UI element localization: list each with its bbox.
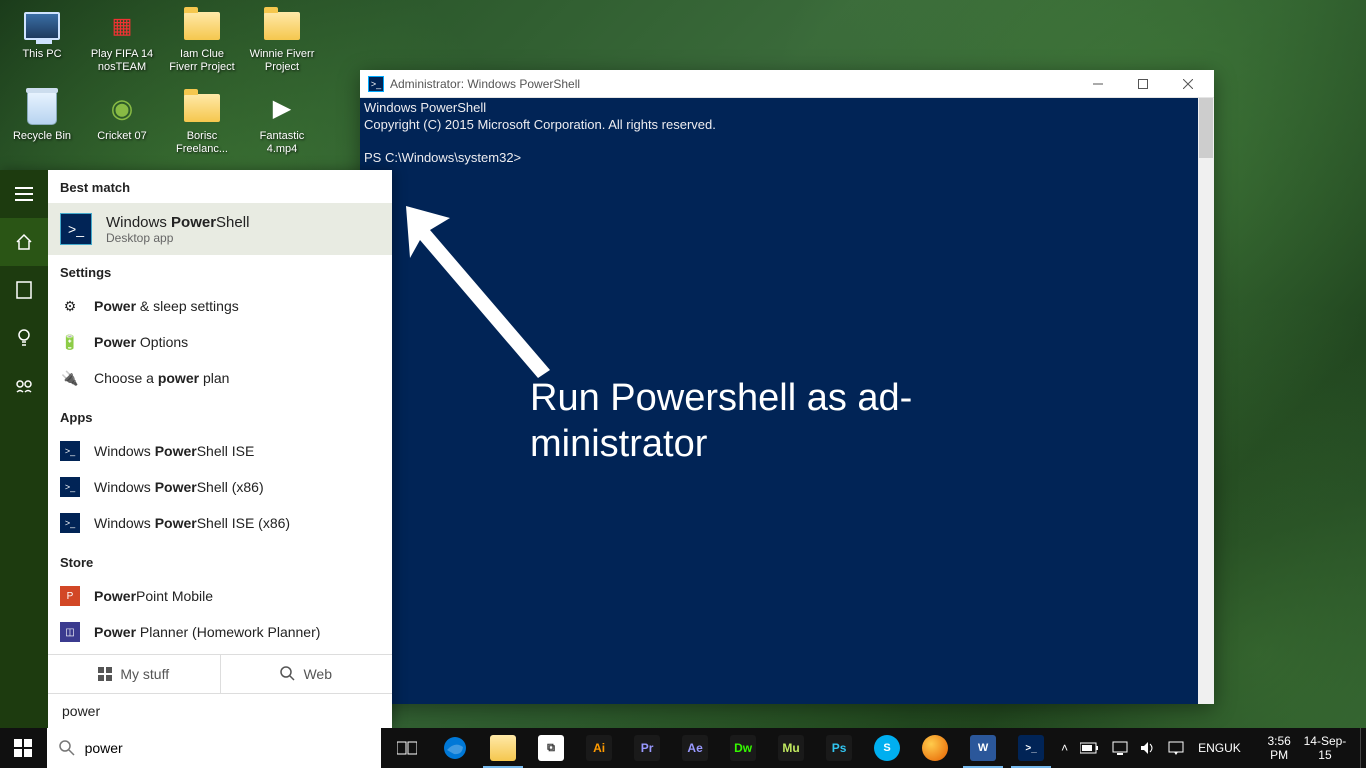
start-search-box[interactable]: [48, 693, 392, 728]
rail-documents-icon[interactable]: [0, 266, 48, 314]
desktop-icon-folder[interactable]: Winnie Fiverr Project: [244, 2, 320, 80]
hamburger-button[interactable]: [0, 170, 48, 218]
rail-bulb-icon[interactable]: [0, 314, 48, 362]
desktop-icon-label: Iam Clue Fiverr Project: [166, 48, 238, 74]
start-filters: My stuff Web: [48, 654, 392, 693]
taskbar: ⧉ Ai Pr Ae Dw Mu Ps S W >_ ˄ ENGUK 3:56 …: [0, 728, 1366, 768]
desktop-icon-label: Fantastic 4.mp4: [246, 130, 318, 156]
taskbar-app-ai[interactable]: Ai: [575, 728, 623, 768]
settings-item[interactable]: 🔋Power Options: [48, 324, 392, 360]
rail-feedback-icon[interactable]: [0, 362, 48, 410]
tray-battery-icon[interactable]: [1074, 728, 1106, 768]
window-titlebar[interactable]: >_ Administrator: Windows PowerShell: [360, 70, 1214, 98]
taskbar-app-firefox[interactable]: [911, 728, 959, 768]
section-header: Best match: [48, 170, 392, 203]
tray-volume-icon[interactable]: [1134, 728, 1162, 768]
minimize-button[interactable]: [1075, 70, 1120, 98]
gear-icon: ⚙: [60, 296, 80, 316]
search-icon: [280, 666, 295, 681]
desktop-icons: This PC Recycle Bin ▦Play FIFA 14 nosTEA…: [4, 2, 320, 162]
best-match-item[interactable]: >_ Windows PowerShell Desktop app: [48, 203, 392, 255]
desktop-icon-label: Borisc Freelanc...: [166, 130, 238, 156]
store-item[interactable]: PPowerPoint Mobile: [48, 578, 392, 614]
powershell-icon: >_: [60, 513, 80, 533]
search-input[interactable]: [62, 703, 378, 719]
store-item[interactable]: ◫Power Planner (Homework Planner): [48, 614, 392, 650]
taskbar-search-input[interactable]: [85, 740, 370, 756]
annotation-arrow: [400, 200, 560, 380]
taskbar-app-store[interactable]: ⧉: [527, 728, 575, 768]
settings-item[interactable]: 🔌Choose a power plan: [48, 360, 392, 396]
taskbar-app-mu[interactable]: Mu: [767, 728, 815, 768]
desktop-icon-cricket[interactable]: ◉Cricket 07: [84, 84, 160, 162]
taskbar-app-explorer[interactable]: [479, 728, 527, 768]
start-button[interactable]: [0, 728, 47, 768]
taskbar-app-skype[interactable]: S: [863, 728, 911, 768]
console-line: Copyright (C) 2015 Microsoft Corporation…: [364, 117, 716, 132]
annotation-text: Run Powershell as ad- ministrator: [530, 375, 912, 467]
taskbar-app-edge[interactable]: [431, 728, 479, 768]
settings-item[interactable]: ⚙Power & sleep settings: [48, 288, 392, 324]
taskbar-app-ps[interactable]: Ps: [815, 728, 863, 768]
taskbar-app-dw[interactable]: Dw: [719, 728, 767, 768]
show-desktop-button[interactable]: [1360, 728, 1366, 768]
power-icon: 🔋: [60, 332, 80, 352]
tray-clock[interactable]: 3:56 PM14-Sep-15: [1249, 728, 1361, 768]
desktop-icon-fifa[interactable]: ▦Play FIFA 14 nosTEAM: [84, 2, 160, 80]
planner-icon: ◫: [60, 622, 80, 642]
filter-web[interactable]: Web: [221, 655, 393, 693]
start-rail: [0, 170, 48, 728]
desktop-icon-folder[interactable]: Iam Clue Fiverr Project: [164, 2, 240, 80]
powershell-icon: >_: [368, 76, 384, 92]
desktop-icon-recycle-bin[interactable]: Recycle Bin: [4, 84, 80, 162]
filter-mystuff[interactable]: My stuff: [48, 655, 221, 693]
taskbar-app-ae[interactable]: Ae: [671, 728, 719, 768]
desktop-icon-this-pc[interactable]: This PC: [4, 2, 80, 80]
desktop-icon-video[interactable]: ▶Fantastic 4.mp4: [244, 84, 320, 162]
desktop-icon-folder[interactable]: Borisc Freelanc...: [164, 84, 240, 162]
desktop-icon-label: This PC: [22, 48, 61, 61]
tray-chevron-icon[interactable]: ˄: [1055, 728, 1074, 768]
section-header: Settings: [48, 255, 392, 288]
close-button[interactable]: [1165, 70, 1210, 98]
best-match-title: Windows PowerShell: [106, 214, 249, 231]
power-icon: 🔌: [60, 368, 80, 388]
system-tray: ˄ ENGUK 3:56 PM14-Sep-15: [1055, 728, 1366, 768]
best-match-subtitle: Desktop app: [106, 231, 249, 245]
section-header: Apps: [48, 400, 392, 433]
powerpoint-icon: P: [60, 586, 80, 606]
window-title: Administrator: Windows PowerShell: [390, 77, 1075, 91]
taskbar-app-pr[interactable]: Pr: [623, 728, 671, 768]
maximize-button[interactable]: [1120, 70, 1165, 98]
taskbar-search[interactable]: [47, 728, 382, 768]
task-view-button[interactable]: [383, 728, 431, 768]
desktop-icon-label: Play FIFA 14 nosTEAM: [86, 48, 158, 74]
tray-language[interactable]: ENGUK: [1190, 728, 1249, 768]
powershell-icon: >_: [60, 213, 92, 245]
taskbar-app-powershell[interactable]: >_: [1007, 728, 1055, 768]
section-header: Store: [48, 545, 392, 578]
desktop-icon-label: Recycle Bin: [13, 130, 71, 143]
taskbar-app-word[interactable]: W: [959, 728, 1007, 768]
rail-home-icon[interactable]: [0, 218, 48, 266]
app-item[interactable]: >_Windows PowerShell ISE (x86): [48, 505, 392, 541]
app-item[interactable]: >_Windows PowerShell (x86): [48, 469, 392, 505]
desktop-icon-label: Winnie Fiverr Project: [246, 48, 318, 74]
scrollbar[interactable]: [1198, 98, 1214, 704]
start-results: Best match >_ Windows PowerShell Desktop…: [48, 170, 392, 728]
search-icon: [59, 740, 75, 756]
powershell-icon: >_: [60, 441, 80, 461]
console-line: Windows PowerShell: [364, 100, 486, 115]
desktop-icon-label: Cricket 07: [97, 130, 147, 143]
scrollbar-thumb[interactable]: [1199, 98, 1213, 158]
app-item[interactable]: >_Windows PowerShell ISE: [48, 433, 392, 469]
start-menu: Best match >_ Windows PowerShell Desktop…: [0, 170, 392, 728]
tray-action-center-icon[interactable]: [1162, 728, 1190, 768]
windows-icon: [98, 667, 112, 681]
console-prompt: PS C:\Windows\system32>: [364, 150, 521, 165]
tray-network-icon[interactable]: [1106, 728, 1134, 768]
powershell-icon: >_: [60, 477, 80, 497]
